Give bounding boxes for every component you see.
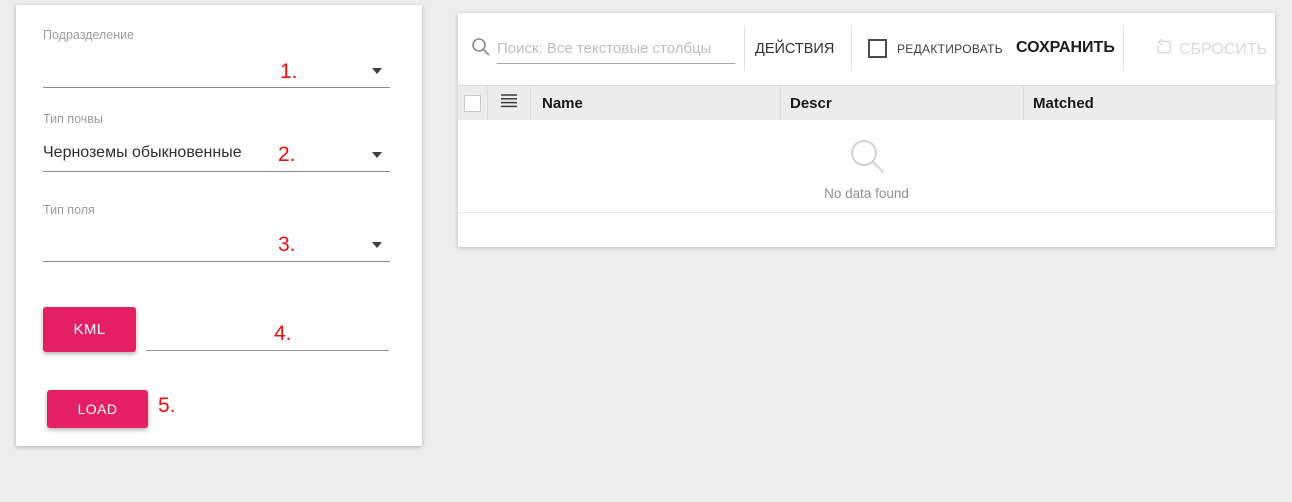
annotation-4: 4.	[274, 323, 292, 344]
select-all-checkbox[interactable]	[464, 95, 481, 112]
filter-panel: Подразделение 1. Тип почвы Черноземы обы…	[16, 5, 422, 446]
load-button[interactable]: LOAD	[47, 390, 148, 428]
header-cell-menu[interactable]	[487, 86, 530, 120]
toolbar-divider	[851, 26, 852, 71]
kml-button[interactable]: KML	[43, 307, 136, 352]
actions-button[interactable]: ДЕЙСТВИЯ	[755, 41, 834, 57]
header-cell-select	[458, 86, 487, 120]
field-type-select[interactable]	[43, 224, 390, 262]
division-select[interactable]	[43, 50, 390, 88]
annotation-3: 3.	[278, 234, 296, 255]
report-toolbar: ДЕЙСТВИЯ РЕДАКТИРОВАТЬ СОХРАНИТЬ СБРОСИТ…	[458, 13, 1275, 85]
report-panel: ДЕЙСТВИЯ РЕДАКТИРОВАТЬ СОХРАНИТЬ СБРОСИТ…	[458, 13, 1275, 247]
toolbar-divider	[744, 26, 745, 71]
annotation-1: 1.	[280, 61, 298, 82]
soil-type-select-value: Черноземы обыкновенные	[43, 144, 242, 162]
table-empty-state: No data found	[458, 120, 1275, 213]
chevron-down-icon	[372, 152, 382, 158]
toolbar-divider	[1123, 26, 1124, 71]
annotation-2: 2.	[278, 144, 296, 165]
soil-type-select[interactable]: Черноземы обыкновенные	[43, 134, 390, 172]
reset-button[interactable]: СБРОСИТЬ	[1155, 38, 1267, 61]
reset-label: СБРОСИТЬ	[1179, 41, 1267, 59]
edit-checkbox[interactable]	[868, 39, 887, 58]
division-label: Подразделение	[43, 28, 134, 42]
save-button[interactable]: СОХРАНИТЬ	[1016, 39, 1115, 57]
search-icon	[471, 37, 490, 61]
field-type-label: Тип поля	[43, 203, 95, 217]
kml-file-input[interactable]	[146, 317, 389, 351]
annotation-5: 5.	[158, 395, 176, 416]
header-cell-name[interactable]: Name	[530, 86, 780, 120]
search-input[interactable]	[497, 33, 735, 64]
empty-message: No data found	[824, 186, 909, 201]
chevron-down-icon	[372, 68, 382, 74]
header-cell-descr[interactable]: Descr	[780, 86, 1023, 120]
menu-icon	[501, 94, 517, 112]
header-cell-matched[interactable]: Matched	[1023, 86, 1275, 120]
edit-label: РЕДАКТИРОВАТЬ	[897, 42, 1003, 56]
page: Подразделение 1. Тип почвы Черноземы обы…	[0, 0, 1292, 502]
table-header-row: Name Descr Matched	[458, 85, 1275, 120]
edit-toggle[interactable]: РЕДАКТИРОВАТЬ	[868, 39, 1003, 58]
reset-icon	[1155, 38, 1173, 61]
empty-search-icon	[847, 136, 887, 181]
chevron-down-icon	[372, 242, 382, 248]
soil-type-label: Тип почвы	[43, 112, 103, 126]
